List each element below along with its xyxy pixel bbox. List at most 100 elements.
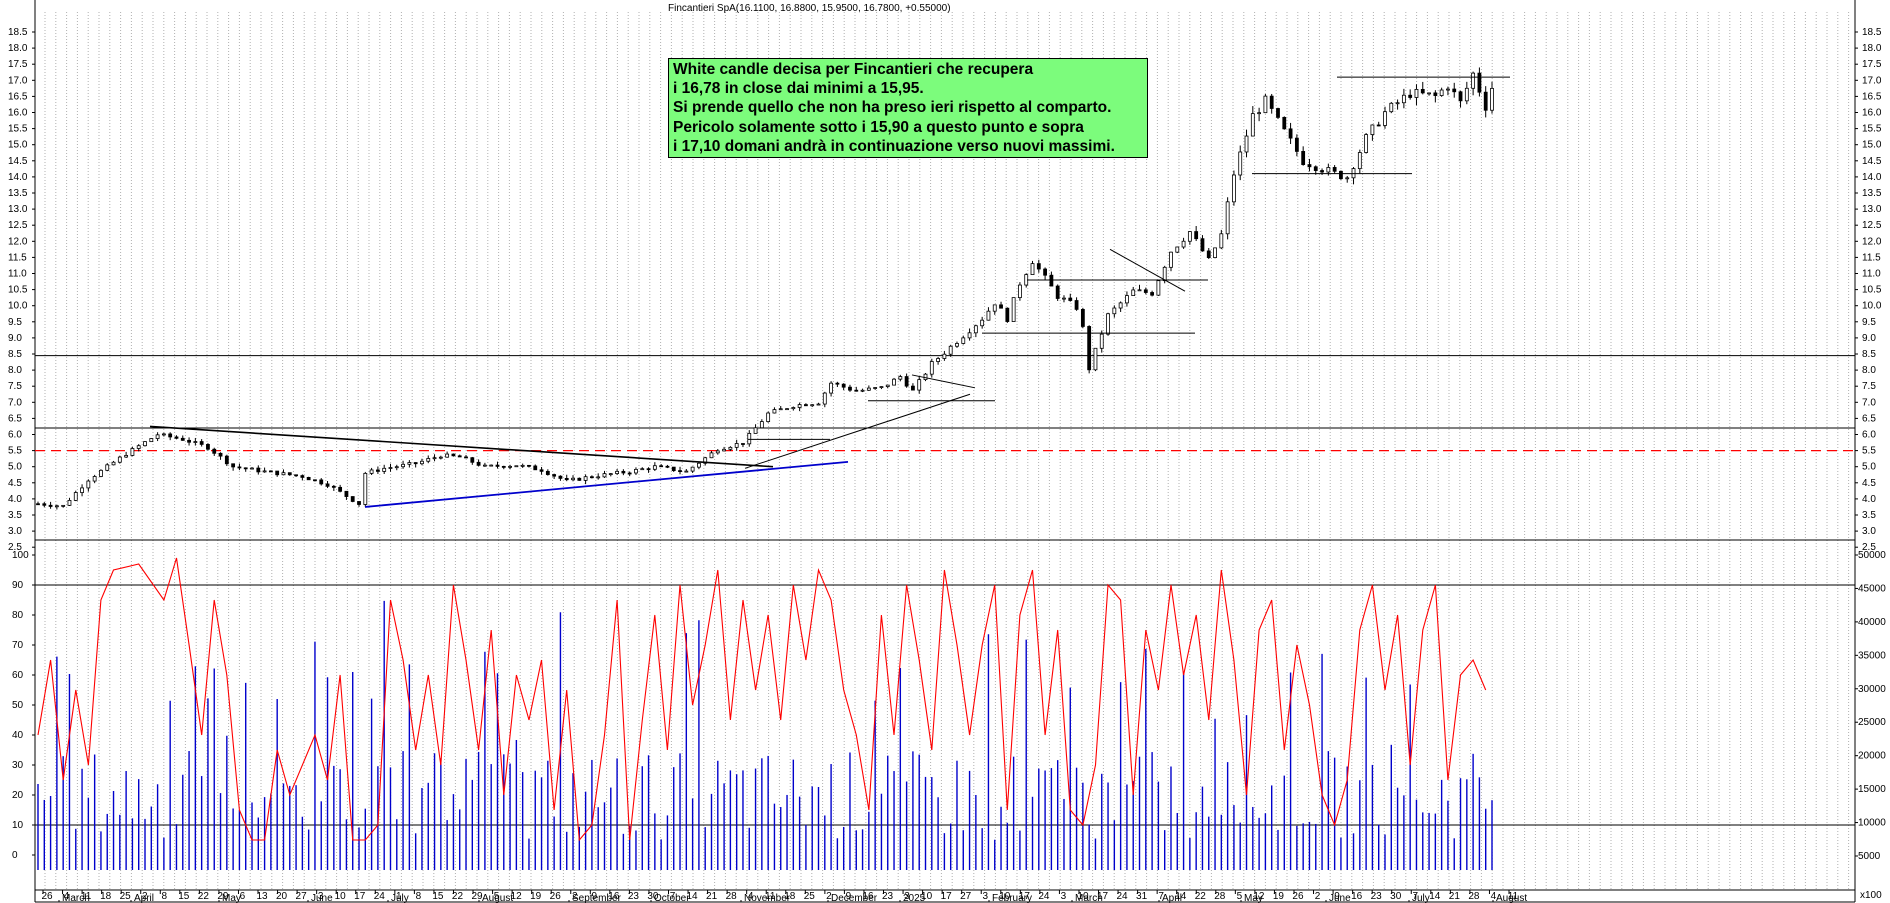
- price-tick-right: 6.5: [1862, 413, 1876, 424]
- candle-body: [1313, 166, 1318, 171]
- candle-body: [1068, 297, 1073, 301]
- candle-body: [772, 409, 777, 414]
- volume-tick-right: 5000: [1858, 851, 1881, 862]
- candle-body: [822, 392, 827, 405]
- candle-body: [715, 450, 720, 454]
- candle-body: [275, 470, 280, 476]
- candle-body: [350, 496, 355, 502]
- candle-body: [54, 505, 59, 508]
- candle-body: [476, 461, 481, 466]
- candle-body: [1244, 135, 1249, 153]
- candle-body: [759, 421, 764, 429]
- candle-body: [1401, 94, 1406, 104]
- candle-body: [1332, 167, 1337, 172]
- price-tick-right: 9.5: [1862, 317, 1876, 328]
- x-day-label: 14: [1429, 891, 1441, 902]
- x-day-label: 3: [982, 891, 988, 902]
- candle-body: [287, 472, 292, 476]
- uptrend-line: [744, 393, 971, 469]
- x-day-label: 26: [550, 891, 562, 902]
- candle-body: [1181, 240, 1186, 248]
- x-month-label: August: [1496, 893, 1527, 903]
- x-day-label: 22: [198, 891, 210, 902]
- candle-body: [413, 462, 418, 465]
- price-tick-right: 4.5: [1862, 478, 1876, 489]
- candle-body: [1408, 94, 1413, 98]
- osc-tick-left: 20: [12, 790, 24, 801]
- candle-body: [319, 479, 324, 485]
- candle-body: [212, 448, 217, 454]
- candle-body: [929, 361, 934, 375]
- candle-body: [948, 345, 953, 355]
- candle-body: [363, 472, 368, 505]
- candle-body: [848, 386, 852, 391]
- price-tick-left: 18.0: [8, 43, 28, 54]
- volume-tick-right: 40000: [1858, 617, 1886, 628]
- x-day-label: 24: [374, 891, 386, 902]
- price-tick-right: 11.0: [1862, 269, 1881, 280]
- candle-body: [986, 310, 991, 321]
- candle-body: [571, 477, 575, 481]
- candle-body: [149, 438, 154, 443]
- price-tick-right: 5.0: [1862, 462, 1876, 473]
- annotation-line-1: White candle decisa per Fincantieri che …: [673, 61, 1034, 78]
- candle-body: [898, 376, 903, 380]
- candle-body: [646, 468, 651, 471]
- candle-body: [854, 389, 859, 392]
- candle-body: [627, 472, 632, 475]
- candle-body: [753, 427, 758, 434]
- candle-body: [1483, 91, 1488, 111]
- candle-body: [980, 319, 985, 327]
- candle-body: [955, 343, 959, 347]
- candle-body: [1452, 88, 1457, 93]
- candle-body: [1320, 170, 1324, 173]
- price-tick-left: 3.0: [8, 526, 22, 537]
- candle-body: [1433, 92, 1438, 96]
- candle-body: [722, 448, 726, 452]
- candle-body: [923, 373, 928, 381]
- candle-body: [1175, 246, 1180, 253]
- candle-body: [445, 453, 450, 458]
- price-tick-left: 10.5: [8, 285, 28, 296]
- candle-body: [180, 437, 185, 441]
- candle-body: [583, 476, 588, 481]
- candle-body: [501, 465, 506, 468]
- price-tick-left: 15.5: [8, 124, 28, 135]
- candle-body: [1062, 297, 1066, 300]
- candle-body: [1169, 251, 1173, 268]
- x-day-label: 22: [452, 891, 464, 902]
- candle-body: [243, 467, 248, 470]
- price-tick-right: 13.0: [1862, 204, 1882, 215]
- volume-tick-right: 15000: [1858, 784, 1886, 795]
- price-tick-right: 14.0: [1862, 172, 1882, 183]
- price-tick-left: 5.5: [8, 446, 22, 457]
- price-tick-left: 18.5: [8, 27, 28, 38]
- candle-body: [105, 464, 110, 471]
- candle-body: [300, 475, 305, 478]
- candle-body: [1055, 285, 1060, 299]
- candle-body: [866, 387, 871, 391]
- candle-body: [1326, 167, 1331, 173]
- candle-body: [1030, 263, 1035, 276]
- candle-body: [1383, 111, 1387, 126]
- candle-body: [1225, 201, 1230, 235]
- x-day-label: 26: [1292, 891, 1304, 902]
- price-tick-right: 7.0: [1862, 397, 1876, 408]
- candle-body: [262, 470, 267, 473]
- price-tick-right: 15.5: [1862, 124, 1882, 135]
- price-tick-left: 17.0: [8, 75, 28, 86]
- osc-tick-left: 70: [12, 640, 24, 651]
- volume-tick-right: 30000: [1858, 684, 1886, 695]
- candle-body: [1206, 250, 1211, 259]
- price-tick-right: 14.5: [1862, 156, 1882, 167]
- candle-body: [1439, 89, 1444, 96]
- price-tick-left: 6.0: [8, 430, 22, 441]
- candle-body: [652, 465, 657, 470]
- oscillator-panel: [37, 557, 1493, 870]
- candle-body: [489, 464, 494, 467]
- price-tick-right: 13.5: [1862, 188, 1882, 199]
- x-month-label: March: [1075, 893, 1103, 903]
- candle-body: [841, 383, 846, 388]
- x-day-label: 19: [530, 891, 542, 902]
- candle-body: [48, 504, 53, 507]
